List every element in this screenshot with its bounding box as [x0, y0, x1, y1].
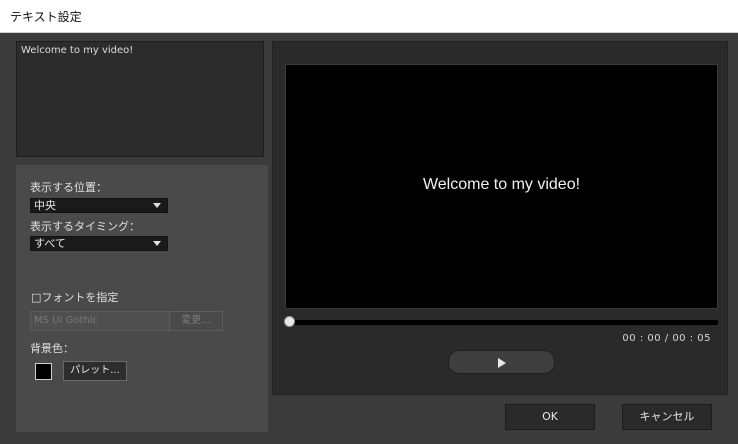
preview-panel: Welcome to my video! 00 : 00 / 00 : 05	[272, 41, 728, 395]
change-font-button: 変更...	[169, 311, 223, 331]
chevron-down-icon	[153, 241, 161, 246]
window-title: テキスト設定	[10, 9, 82, 24]
window-titlebar: テキスト設定	[0, 0, 738, 33]
video-preview: Welcome to my video!	[285, 64, 718, 309]
bg-color-label: 背景色：	[30, 342, 74, 355]
seek-handle[interactable]	[284, 316, 295, 327]
seek-bar[interactable]	[287, 320, 718, 325]
video-overlay-text: Welcome to my video!	[422, 176, 581, 193]
position-dropdown-value: 中央	[34, 199, 56, 212]
position-label: 表示する位置：	[30, 181, 107, 194]
dialog-client: Welcome to my video! 表示する位置： 中央 表示するタイミン…	[0, 33, 738, 444]
timing-label: 表示するタイミング：	[30, 220, 140, 233]
palette-button[interactable]: パレット...	[63, 361, 127, 381]
timing-dropdown[interactable]: すべて	[30, 236, 168, 251]
text-input-area[interactable]: Welcome to my video!	[16, 41, 264, 157]
timing-dropdown-value: すべて	[34, 237, 66, 250]
cancel-button[interactable]: キャンセル	[622, 404, 712, 430]
font-checkbox-label[interactable]: □フォントを指定	[31, 289, 118, 305]
time-display: 00 : 00 / 00 : 05	[622, 333, 711, 344]
play-icon	[498, 358, 506, 368]
position-dropdown[interactable]: 中央	[30, 198, 168, 213]
font-name-field: MS UI Gothic	[30, 311, 170, 331]
ok-button[interactable]: OK	[505, 404, 595, 430]
settings-panel: 表示する位置： 中央 表示するタイミング： すべて □フォントを指定 MS UI…	[16, 165, 268, 432]
bg-color-swatch	[35, 363, 52, 380]
play-button[interactable]	[448, 350, 555, 374]
chevron-down-icon	[153, 203, 161, 208]
